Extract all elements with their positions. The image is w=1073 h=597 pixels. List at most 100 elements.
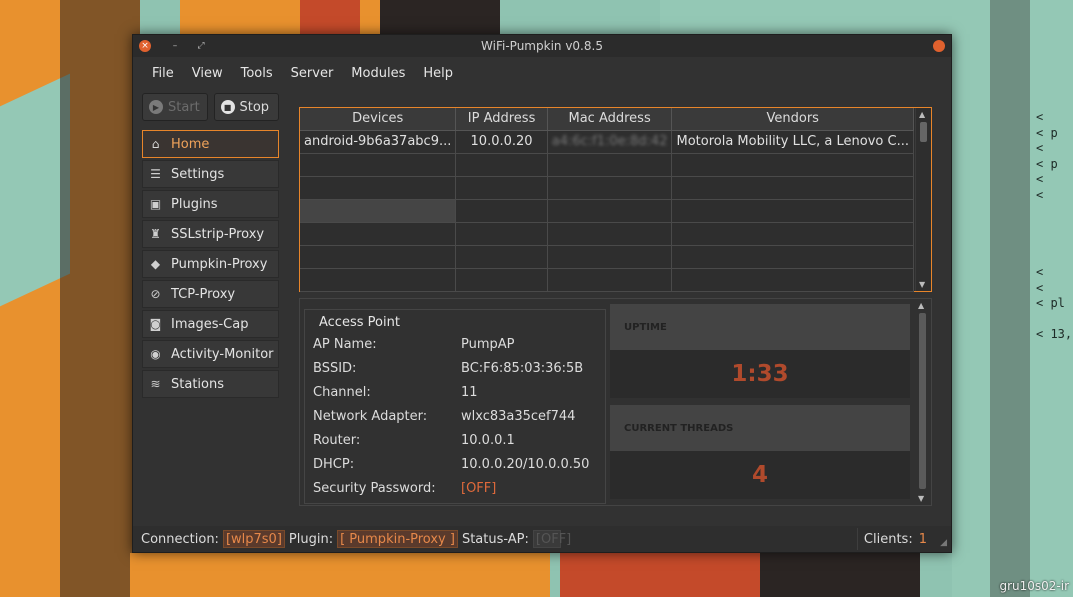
table-row[interactable] <box>300 245 914 269</box>
sidebar-item-tcp-proxy[interactable]: ⊘ TCP-Proxy <box>142 280 279 308</box>
menu-tools[interactable]: Tools <box>232 66 282 81</box>
scroll-up-icon[interactable]: ▲ <box>919 110 925 119</box>
sidebar-item-label: Plugins <box>171 196 218 212</box>
uptime-label: UPTIME <box>610 304 910 350</box>
column-header-mac[interactable]: Mac Address <box>547 108 673 131</box>
minimize-icon[interactable]: – <box>169 40 181 52</box>
sidebar-item-plugins[interactable]: ▣ Plugins <box>142 190 279 218</box>
menu-help[interactable]: Help <box>414 66 462 81</box>
bssid-value: BC:F6:85:03:36:5B <box>461 361 584 376</box>
status-bar: Connection: [wlp7s0] Plugin: [ Pumpkin-P… <box>133 526 951 552</box>
network-adapter-label: Network Adapter: <box>313 409 428 424</box>
scroll-down-icon[interactable]: ▼ <box>918 494 924 503</box>
maximize-icon[interactable]: ⤢ <box>195 40 207 52</box>
sidebar-item-label: Images-Cap <box>171 316 249 332</box>
access-point-group: Access Point AP Name: PumpAP BSSID: BC:F… <box>304 309 606 504</box>
table-row[interactable] <box>300 176 914 200</box>
clients-label: Clients: <box>863 531 913 547</box>
channel-value: 11 <box>461 385 478 400</box>
sidebar-item-sslstrip-proxy[interactable]: ♜ SSLstrip-Proxy <box>142 220 279 248</box>
connection-badge: [wlp7s0] <box>222 530 285 548</box>
window-title: WiFi-Pumpkin v0.8.5 <box>481 39 603 53</box>
device-name-cell: android-9b6a37abc9... <box>300 130 457 154</box>
scroll-down-icon[interactable]: ▼ <box>919 280 925 289</box>
status-ap-label: Status-AP: <box>461 531 529 547</box>
wallpaper-code-text: < < p < < p < < < < < pl < 13, <box>1036 110 1073 341</box>
menu-server[interactable]: Server <box>282 66 343 81</box>
sidebar-item-label: Home <box>171 136 210 152</box>
vendor-cell: Motorola Mobility LLC, a Lenovo C... <box>671 130 914 154</box>
table-row[interactable] <box>300 199 914 223</box>
wifi-icon: ≋ <box>150 377 161 391</box>
menu-bar: File View Tools Server Modules Help <box>133 57 951 89</box>
network-adapter-value: wlxc83a35cef744 <box>461 409 576 424</box>
sidebar-item-label: Settings <box>171 166 225 182</box>
sidebar-item-stations[interactable]: ≋ Stations <box>142 370 279 398</box>
resize-grip-icon[interactable]: ◢ <box>940 538 947 548</box>
sidebar-item-label: Activity-Monitor <box>171 346 274 362</box>
scroll-thumb[interactable] <box>920 122 927 142</box>
dhcp-label: DHCP: <box>313 457 355 472</box>
connection-label: Connection: <box>141 531 219 547</box>
app-menu-icon[interactable] <box>933 40 945 52</box>
stop-label: Stop <box>239 99 270 115</box>
image-icon: ▣ <box>149 197 162 211</box>
sidebar-item-pumpkin-proxy[interactable]: ◆ Pumpkin-Proxy <box>142 250 279 278</box>
title-bar[interactable]: × – ⤢ WiFi-Pumpkin v0.8.5 <box>133 35 951 57</box>
access-point-title: Access Point <box>319 315 400 330</box>
sidebar-item-label: Stations <box>171 376 224 392</box>
scroll-thumb[interactable] <box>919 313 926 489</box>
start-label: Start <box>168 99 200 115</box>
menu-modules[interactable]: Modules <box>342 66 414 81</box>
column-header-ip[interactable]: IP Address <box>455 108 548 131</box>
bssid-label: BSSID: <box>313 361 357 376</box>
sidebar-item-images-cap[interactable]: ◙ Images-Cap <box>142 310 279 338</box>
sidebar-item-activity-monitor[interactable]: ◉ Activity-Monitor <box>142 340 279 368</box>
table-row[interactable] <box>300 222 914 246</box>
app-window: × – ⤢ WiFi-Pumpkin v0.8.5 File View Tool… <box>132 34 952 553</box>
column-header-vendors[interactable]: Vendors <box>671 108 914 131</box>
uptime-card: UPTIME 1:33 <box>610 304 910 398</box>
table-scrollbar[interactable]: ▲ ▼ <box>915 108 931 291</box>
satellite-icon: ⊘ <box>150 287 161 301</box>
sidebar-item-settings[interactable]: ☰ Settings <box>142 160 279 188</box>
threads-value: 4 <box>751 462 768 488</box>
table-row[interactable] <box>300 153 914 177</box>
uptime-value: 1:33 <box>731 361 789 387</box>
camera-icon: ◙ <box>149 317 162 331</box>
settings-icon: ☰ <box>150 167 161 181</box>
ap-name-value: PumpAP <box>461 337 515 352</box>
access-point-panel: Access Point AP Name: PumpAP BSSID: BC:F… <box>299 298 932 506</box>
menu-file[interactable]: File <box>143 66 183 81</box>
watermark: gru10s02-ir <box>999 579 1069 593</box>
table-row[interactable] <box>300 268 914 292</box>
ap-name-label: AP Name: <box>313 337 377 352</box>
home-icon: ⌂ <box>151 137 160 151</box>
panel-scrollbar[interactable]: ▲ ▼ <box>917 301 929 503</box>
menu-view[interactable]: View <box>183 66 232 81</box>
spy-icon: ♜ <box>150 227 161 241</box>
scroll-up-icon[interactable]: ▲ <box>918 301 924 310</box>
sidebar-item-home[interactable]: ⌂ Home <box>142 130 279 158</box>
sidebar-item-label: SSLstrip-Proxy <box>171 226 265 242</box>
box-icon: ◆ <box>150 257 161 271</box>
router-label: Router: <box>313 433 361 448</box>
devices-table[interactable]: Devices IP Address Mac Address Vendors a… <box>299 107 932 292</box>
stop-button[interactable]: ■ Stop <box>213 93 279 121</box>
start-button[interactable]: ▶ Start <box>142 93 208 121</box>
sidebar-item-label: Pumpkin-Proxy <box>171 256 268 272</box>
channel-label: Channel: <box>313 385 371 400</box>
table-header-row: Devices IP Address Mac Address Vendors <box>300 108 914 131</box>
plugin-badge: [ Pumpkin-Proxy ] <box>337 530 458 548</box>
security-password-label: Security Password: <box>313 481 436 496</box>
table-row[interactable]: android-9b6a37abc9... 10.0.0.20 a4:6c:f1… <box>300 130 914 154</box>
dhcp-value: 10.0.0.20/10.0.0.50 <box>461 457 590 472</box>
column-header-devices[interactable]: Devices <box>300 108 457 131</box>
stop-icon: ■ <box>220 100 235 114</box>
router-value: 10.0.0.1 <box>461 433 515 448</box>
threads-label: CURRENT THREADS <box>610 405 910 451</box>
play-icon: ▶ <box>149 100 163 114</box>
sidebar: ▶ Start ■ Stop ⌂ Home ☰ Settings ▣ Plugi… <box>142 93 279 400</box>
close-icon[interactable]: × <box>139 40 151 52</box>
clients-count: 1 <box>918 531 927 547</box>
